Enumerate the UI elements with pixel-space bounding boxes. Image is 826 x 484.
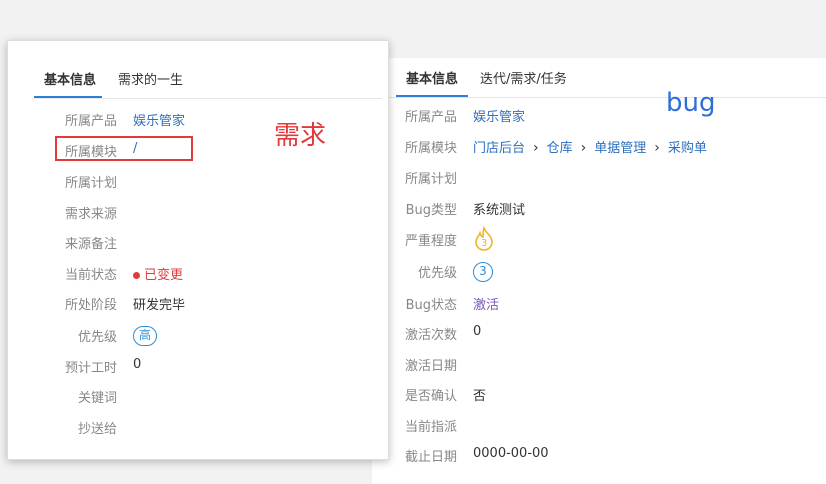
field-label: 当前状态 — [64, 268, 117, 283]
severity-flame-icon: 3 — [473, 225, 495, 252]
module-breadcrumb: 门店后台 › 仓库 › 单据管理 › 采购单 — [473, 137, 707, 156]
priority-badge: 3 — [473, 262, 493, 282]
stage-value: 研发完毕 — [133, 298, 186, 313]
module-path-item[interactable]: 仓库 — [547, 141, 573, 156]
deadline-value: 0000-00-00 — [473, 446, 549, 461]
module-path-item[interactable]: 单据管理 — [594, 141, 646, 156]
chevron-right-icon: › — [654, 140, 660, 156]
priority-badge-wrap: 3 — [473, 262, 493, 282]
priority-badge-wrap: 高 — [133, 326, 157, 346]
module-path-item[interactable]: 采购单 — [668, 141, 707, 156]
status-text: 已变更 — [144, 268, 184, 283]
field-label: 所属产品 — [64, 114, 117, 129]
module-path-item[interactable]: 门店后台 — [473, 141, 525, 156]
bug-annotation: bug — [666, 88, 716, 118]
chevron-right-icon: › — [533, 140, 539, 156]
field-label: 预计工时 — [64, 361, 117, 376]
story-annotation: 需求 — [274, 121, 327, 151]
activated-count-value: 0 — [473, 324, 482, 339]
story-detail-popup: 基本信息 需求的一生 需求 所属产品 娱乐管家 所属模块 / 所属计划 需求来源… — [7, 40, 389, 460]
product-link[interactable]: 娱乐管家 — [133, 110, 185, 129]
bug-detail-panel: 基本信息 迭代/需求/任务 bug 所属产品 娱乐管家 所属模块 门店后台 › 仓库… — [372, 58, 826, 484]
tab-basic-info[interactable]: 基本信息 — [396, 68, 469, 97]
bug-tabs: 基本信息 迭代/需求/任务 — [372, 58, 826, 98]
bug-status-value: 激活 — [473, 298, 500, 313]
chevron-right-icon: › — [580, 140, 587, 156]
tab-basic-info[interactable]: 基本信息 — [34, 69, 103, 98]
bug-type-value: 系统测试 — [473, 203, 526, 218]
priority-badge: 高 — [133, 326, 157, 346]
severity-number: 3 — [481, 238, 487, 249]
confirmed-value: 否 — [473, 389, 487, 404]
field-label: 来源备注 — [64, 237, 117, 252]
story-status-value: 已变更 — [133, 264, 183, 283]
estimate-value: 0 — [133, 357, 142, 372]
field-label: 需求来源 — [64, 207, 117, 222]
field-label: 抄送给 — [77, 422, 117, 437]
tab-iteration-story-task[interactable]: 迭代/需求/任务 — [470, 68, 577, 97]
tab-story-life[interactable]: 需求的一生 — [108, 69, 193, 98]
field-label: 优先级 — [77, 330, 117, 345]
story-detail-content: 基本信息 需求的一生 需求 所属产品 娱乐管家 所属模块 / 所属计划 需求来源… — [32, 63, 382, 451]
field-label: 所处阶段 — [64, 298, 117, 313]
field-label: 所属模块 — [64, 145, 117, 160]
module-value[interactable]: / — [133, 141, 137, 156]
product-link[interactable]: 娱乐管家 — [473, 106, 525, 125]
story-tabs: 基本信息 需求的一生 — [32, 63, 382, 99]
status-dot-icon — [133, 272, 140, 279]
field-label: 关键词 — [77, 391, 117, 406]
field-label: 所属计划 — [64, 176, 117, 191]
